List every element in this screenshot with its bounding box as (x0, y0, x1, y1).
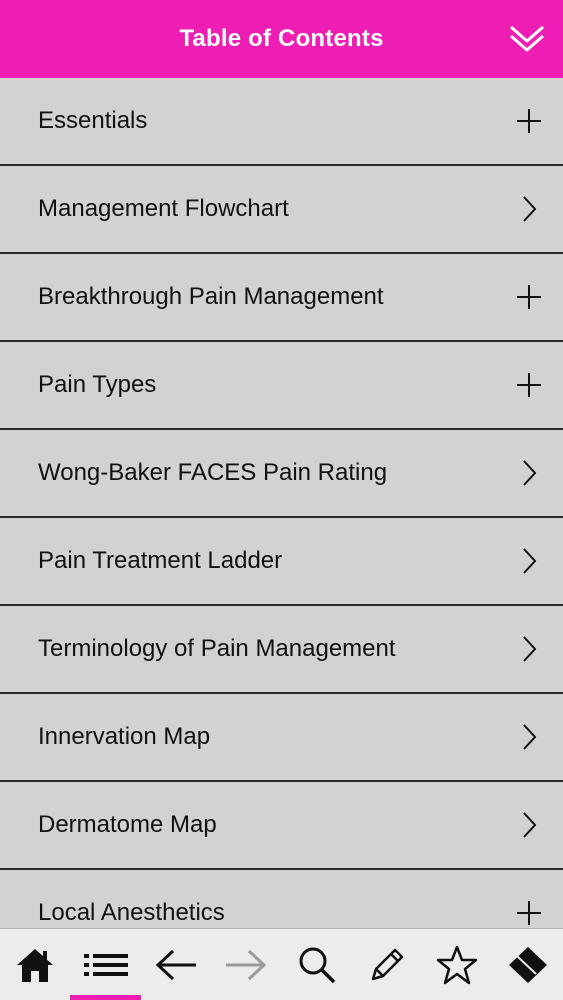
home-icon (17, 948, 54, 982)
chevron-right-icon[interactable] (513, 545, 545, 577)
toc-item-label: Pain Treatment Ladder (38, 547, 283, 574)
toc-item-label: Essentials (38, 107, 148, 134)
forward-arrow-icon (226, 949, 267, 980)
toc-item-label: Terminology of Pain Management (38, 635, 396, 662)
chevron-right-icon[interactable] (513, 633, 545, 665)
toc-item[interactable]: Pain Types (0, 342, 563, 430)
toc-item[interactable]: Local Anesthetics (0, 870, 563, 928)
toc-item[interactable]: Terminology of Pain Management (0, 606, 563, 694)
plus-icon[interactable] (513, 281, 545, 313)
forward-button[interactable] (211, 929, 281, 1000)
chevron-right-icon[interactable] (513, 193, 545, 225)
toc-item-label: Dermatome Map (38, 811, 217, 838)
toc-item-label: Local Anesthetics (38, 899, 225, 926)
notes-button[interactable] (352, 929, 422, 1000)
home-button[interactable] (0, 929, 70, 1000)
back-arrow-icon (155, 949, 196, 980)
toc-list: Essentials Management Flowchart Breakthr… (0, 78, 563, 928)
favorites-button[interactable] (422, 929, 492, 1000)
chevron-right-icon[interactable] (513, 809, 545, 841)
double-chevron-down-icon (510, 25, 544, 52)
toc-item-label: Breakthrough Pain Management (38, 283, 384, 310)
list-icon (83, 953, 128, 976)
toc-item[interactable]: Management Flowchart (0, 166, 563, 254)
back-button[interactable] (141, 929, 211, 1000)
pencil-icon (371, 948, 404, 980)
page-title: Table of Contents (179, 25, 384, 52)
contents-button[interactable] (70, 929, 142, 1000)
header-bar: Table of Contents (0, 0, 563, 78)
toc-item[interactable]: Wong-Baker FACES Pain Rating (0, 430, 563, 518)
toc-item-label: Pain Types (38, 371, 157, 398)
bottom-toolbar (0, 928, 563, 1000)
toc-item-label: Management Flowchart (38, 195, 289, 222)
toc-item-label: Wong-Baker FACES Pain Rating (38, 459, 388, 486)
toc-item[interactable]: Pain Treatment Ladder (0, 518, 563, 606)
plus-icon[interactable] (513, 897, 545, 928)
toc-item[interactable]: Essentials (0, 78, 563, 166)
toc-item[interactable]: Dermatome Map (0, 782, 563, 870)
search-button[interactable] (282, 929, 352, 1000)
plus-icon[interactable] (513, 369, 545, 401)
toc-item[interactable]: Innervation Map (0, 694, 563, 782)
eraser-icon (508, 946, 547, 983)
chevron-right-icon[interactable] (513, 457, 545, 489)
collapse-button[interactable] (507, 18, 547, 58)
search-icon (299, 947, 335, 983)
star-icon (437, 945, 478, 984)
eraser-button[interactable] (493, 929, 563, 1000)
chevron-right-icon[interactable] (513, 721, 545, 753)
toc-item[interactable]: Breakthrough Pain Management (0, 254, 563, 342)
toc-item-label: Innervation Map (38, 723, 211, 750)
plus-icon[interactable] (513, 105, 545, 137)
